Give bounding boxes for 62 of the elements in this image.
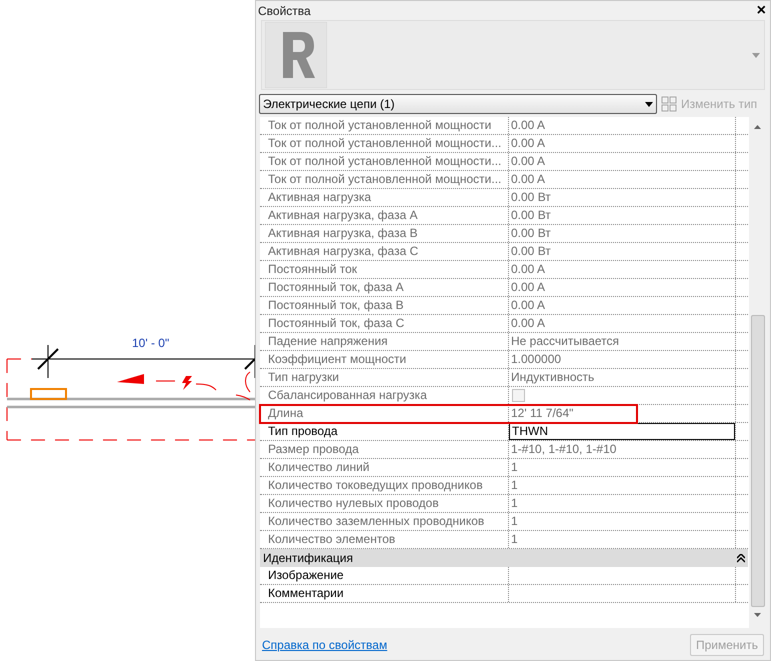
property-value: 12' 11 7/64" xyxy=(510,405,574,422)
window-title: Свойства xyxy=(258,2,311,20)
property-value: 0.00 A xyxy=(510,297,546,314)
help-link[interactable]: Справка по свойствам xyxy=(262,636,388,654)
property-label: Количество нулевых проводов xyxy=(267,495,440,512)
property-label: Количество токоведущих проводников xyxy=(267,477,484,494)
property-label: Постоянный ток, фаза C xyxy=(267,315,406,332)
scroll-up-icon[interactable] xyxy=(754,125,761,129)
property-value: 0.00 Вт xyxy=(510,243,551,260)
property-label: Количество элементов xyxy=(267,531,396,548)
property-label: Длина xyxy=(267,405,304,422)
property-label: Количество линий xyxy=(267,459,371,476)
dropdown-arrow-icon xyxy=(752,52,760,58)
property-label: Ток от полной установленной мощности xyxy=(267,117,492,134)
property-label: Активная нагрузка, фаза B xyxy=(267,225,419,242)
grid-icon xyxy=(661,96,677,112)
type-selector[interactable]: Электрические цепи (1) xyxy=(259,94,657,114)
wire-type-field[interactable]: THWN xyxy=(509,423,735,440)
property-label: Постоянный ток, фаза A xyxy=(267,279,405,296)
property-label: Изображение xyxy=(267,567,345,584)
property-label: Тип нагрузки xyxy=(267,369,340,386)
property-label: Коэффициент мощности xyxy=(267,351,408,368)
property-label: Падение напряжения xyxy=(267,333,389,350)
property-label: Тип провода xyxy=(267,423,339,440)
property-value: Индуктивность xyxy=(510,369,594,386)
section-header[interactable]: Идентификация xyxy=(260,549,748,567)
property-value: 0.00 Вт xyxy=(510,207,551,224)
property-label: Активная нагрузка, фаза A xyxy=(267,207,419,224)
property-label: Комментарии xyxy=(267,585,345,602)
property-value: 0.00 A xyxy=(510,279,546,296)
property-value: 0.00 A xyxy=(510,117,546,134)
property-value: Не рассчитывается xyxy=(510,333,620,350)
dimension-label: 10' - 0" xyxy=(132,335,170,352)
scroll-down-icon[interactable] xyxy=(754,613,761,617)
property-value: 1 xyxy=(510,495,518,512)
property-label: Размер провода xyxy=(267,441,360,458)
property-label: Активная нагрузка xyxy=(267,189,372,206)
property-value: 1-#10, 1-#10, 1-#10 xyxy=(510,441,616,458)
checkbox[interactable] xyxy=(512,389,525,402)
property-label: Ток от полной установленной мощности... xyxy=(267,153,502,170)
property-label: Постоянный ток, фаза B xyxy=(267,297,405,314)
property-label: Ток от полной установленной мощности... xyxy=(267,171,502,188)
property-value: 1 xyxy=(510,459,518,476)
property-label: Активная нагрузка, фаза C xyxy=(267,243,420,260)
property-value: 0.00 A xyxy=(510,171,546,188)
property-value: 1 xyxy=(510,513,518,530)
dropdown-arrow-icon xyxy=(645,102,653,106)
property-value: 1 xyxy=(510,531,518,548)
property-value: 1.000000 xyxy=(510,351,562,368)
close-button[interactable]: × xyxy=(754,2,768,18)
property-value: 0.00 A xyxy=(510,135,546,152)
property-value: 0.00 A xyxy=(510,261,546,278)
property-label: Количество заземленных проводников xyxy=(267,513,486,530)
property-label: Ток от полной установленной мощности... xyxy=(267,135,502,152)
property-value: 0.00 A xyxy=(510,153,546,170)
property-value: 0.00 Вт xyxy=(510,189,551,206)
property-value: 0.00 Вт xyxy=(510,225,551,242)
property-value: 1 xyxy=(510,477,518,494)
property-label: Сбалансированная нагрузка xyxy=(267,387,428,404)
property-label: Постоянный ток xyxy=(267,261,358,278)
collapse-icon[interactable] xyxy=(737,554,745,562)
property-value: 0.00 A xyxy=(510,315,546,332)
